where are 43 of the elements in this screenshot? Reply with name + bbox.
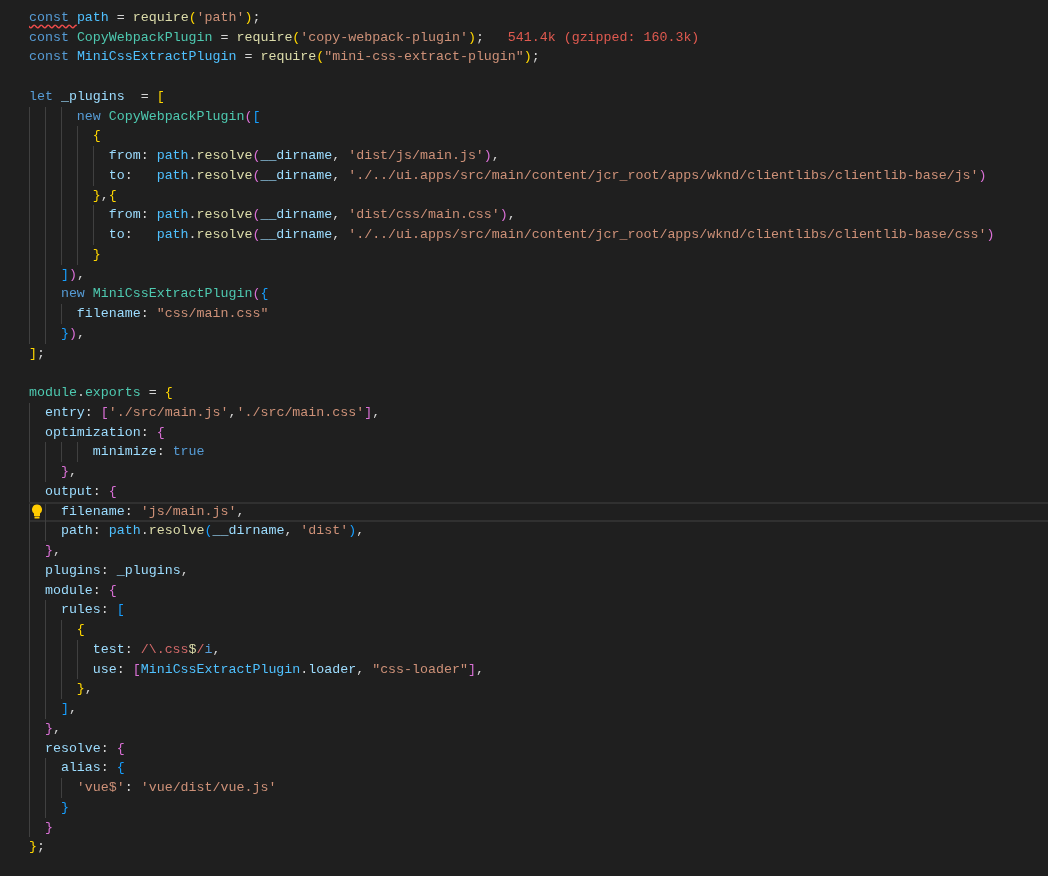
code-line: ], xyxy=(29,699,77,720)
code-line: ]), xyxy=(29,264,85,285)
code-line: } xyxy=(29,244,101,265)
code-line: }, xyxy=(29,462,77,483)
lightbulb-icon[interactable] xyxy=(31,503,43,519)
import-size-hint: 541.4k (gzipped: 160.3k) xyxy=(507,28,700,47)
code-line: to: path.resolve(__dirname, './../ui.apps/src/main/content/jcr_root/apps/wknd/clientlibs/clientlib-base/js') xyxy=(29,165,987,186)
code-line: rules: [ xyxy=(29,600,125,621)
code-line: module.exports = { xyxy=(29,384,173,403)
code-line: { xyxy=(29,126,101,147)
code-line: minimize: true xyxy=(29,442,205,463)
code-line: }), xyxy=(29,323,85,344)
code-line: }, xyxy=(29,679,93,700)
code-line: }, xyxy=(29,718,61,739)
code-line: entry: ['./src/main.js','./src/main.css'], xyxy=(29,402,381,423)
code-line: new CopyWebpackPlugin([ xyxy=(29,106,261,127)
code-line: from: path.resolve(__dirname, 'dist/js/main.js'), xyxy=(29,146,500,167)
code-line: plugins: _plugins, xyxy=(29,560,189,581)
code-line: },{ xyxy=(29,185,117,206)
code-line: const MiniCssExtractPlugin = require("mini-css-extract-plugin"); xyxy=(29,48,540,67)
code-line: alias: { xyxy=(29,758,125,779)
code-line: module: { xyxy=(29,580,117,601)
code-line: use: [MiniCssExtractPlugin.loader, "css-loader"], xyxy=(29,659,484,680)
code-line: new MiniCssExtractPlugin({ xyxy=(29,284,269,305)
code-line: } xyxy=(29,817,53,838)
code-line: filename: "css/main.css" xyxy=(29,304,269,325)
code-line: }, xyxy=(29,541,61,562)
code-line: from: path.resolve(__dirname, 'dist/css/main.css'), xyxy=(29,205,516,226)
code-line: { xyxy=(29,620,85,641)
code-line: }; xyxy=(29,838,45,857)
code-line: ]; xyxy=(29,344,45,363)
code-line: const path = require('path'); xyxy=(29,8,261,27)
code-line: let _plugins = [ xyxy=(29,87,165,106)
code-line: output: { xyxy=(29,481,117,502)
code-line: test: /\.css$/i, xyxy=(29,639,221,660)
code-line: filename: 'js/main.js', xyxy=(29,501,1048,522)
code-line: path: path.resolve(__dirname, 'dist'), xyxy=(29,521,365,542)
code-line: resolve: { xyxy=(29,738,125,759)
code-line: to: path.resolve(__dirname, './../ui.apps/src/main/content/jcr_root/apps/wknd/clientlibs/clientlib-base/css') xyxy=(29,225,995,246)
code-line: } xyxy=(29,797,69,818)
code-line: 'vue$': 'vue/dist/vue.js' xyxy=(29,778,277,799)
code-line: const CopyWebpackPlugin = require('copy-webpack-plugin'); xyxy=(29,28,484,47)
code-line: optimization: { xyxy=(29,422,165,443)
